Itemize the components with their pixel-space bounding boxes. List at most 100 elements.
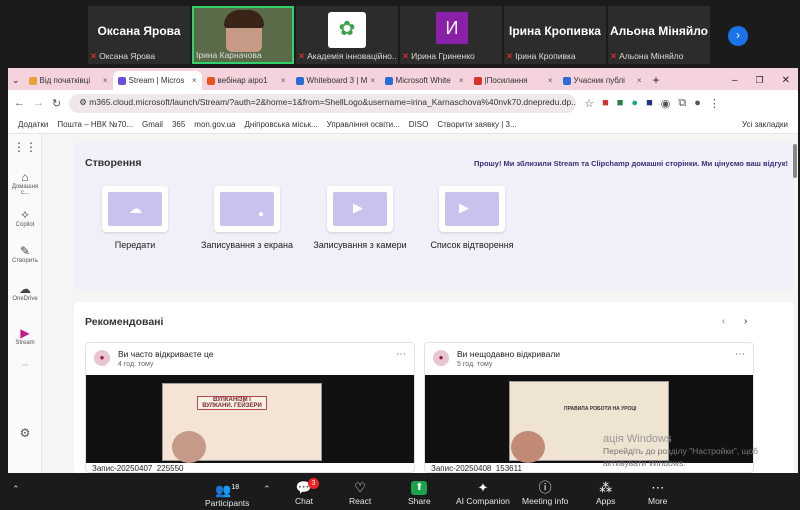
- camera-record-card[interactable]: ▶: [327, 186, 393, 232]
- react-button[interactable]: ♡ React: [349, 480, 371, 506]
- recording-card[interactable]: ● Ви часто відкриваєте це 4 год. тому ⋯ …: [85, 342, 415, 473]
- close-tab-icon[interactable]: ×: [192, 76, 197, 85]
- close-tab-icon[interactable]: ×: [281, 76, 286, 85]
- scrollbar[interactable]: [793, 144, 797, 178]
- meeting-info-button[interactable]: ⓘ Meeting info: [522, 480, 568, 506]
- close-window-icon[interactable]: ✕: [782, 75, 790, 86]
- participants-button[interactable]: 👥18 Participants: [205, 480, 249, 508]
- rail-item[interactable]: ⋮⋮: [8, 140, 42, 154]
- participant-tile[interactable]: Ірина Кропивка ✕ Ірина Кропивка: [504, 6, 606, 64]
- more-button[interactable]: ⋯ More: [648, 480, 667, 506]
- all-bookmarks-link[interactable]: Усі закладки: [742, 120, 788, 129]
- chat-button[interactable]: 💬 3 Chat: [295, 478, 319, 506]
- more-options-icon[interactable]: ⋯: [735, 349, 745, 360]
- ai-companion-button[interactable]: ✦ AI Companion: [456, 480, 510, 506]
- avatar: ●: [433, 350, 449, 366]
- tab-label: |Посилання: [484, 76, 528, 85]
- participant-caption: ✕ Оксана Ярова: [90, 51, 156, 61]
- close-tab-icon[interactable]: ×: [459, 76, 464, 85]
- rail-item[interactable]: ⌂ Домашня с...: [8, 170, 42, 196]
- prev-icon[interactable]: ‹: [722, 316, 725, 327]
- url-bar[interactable]: ⚙ m365.cloud.microsoft/launch/Stream/?au…: [69, 93, 577, 113]
- new-tab-icon[interactable]: +: [653, 73, 660, 87]
- browser-tab[interactable]: Від початківці ×: [24, 71, 113, 90]
- bookmark-item[interactable]: Gmail: [142, 120, 163, 129]
- playlist-card[interactable]: ▶: [439, 186, 505, 232]
- browser-tab[interactable]: Microsoft White ×: [380, 71, 469, 90]
- screen-record-card[interactable]: ●: [214, 186, 280, 232]
- card-time: 4 год. тому: [118, 361, 154, 368]
- bookmark-item[interactable]: Додатки: [18, 120, 48, 129]
- mic-muted-icon: ✕: [402, 51, 410, 61]
- bookmark-item[interactable]: Створити заявку | 3...: [437, 120, 516, 129]
- browser-tab[interactable]: Stream | Micros ×: [112, 71, 202, 90]
- close-tab-icon[interactable]: ×: [637, 76, 642, 85]
- extension-icon[interactable]: ◉: [661, 97, 671, 110]
- close-tab-icon[interactable]: ×: [103, 76, 108, 85]
- browser-tab[interactable]: Whiteboard 3 | M ×: [291, 71, 380, 90]
- next-participants-button[interactable]: ›: [728, 26, 748, 46]
- caret-up-icon[interactable]: ⌃: [263, 484, 271, 495]
- bookmark-item[interactable]: Дніпровська міськ...: [245, 120, 318, 129]
- extension-icon[interactable]: ■: [646, 97, 653, 109]
- close-tab-icon[interactable]: ×: [548, 76, 553, 85]
- participant-tile-video[interactable]: Ірина Карначова: [192, 6, 294, 64]
- bookmark-item[interactable]: mon.gov.ua: [194, 120, 235, 129]
- participant-tile[interactable]: Альона Міняйло ✕ Альона Міняйло: [608, 6, 710, 64]
- next-icon[interactable]: ›: [744, 316, 747, 327]
- close-tab-icon[interactable]: ×: [370, 76, 375, 85]
- address-row: ← → ↻ ⚙ m365.cloud.microsoft/launch/Stre…: [8, 90, 798, 116]
- restore-icon[interactable]: ❐: [756, 75, 764, 86]
- upload-icon: ☁: [129, 201, 142, 216]
- settings-icon[interactable]: ⚙: [8, 426, 42, 440]
- video-thumbnail[interactable]: ВУЛКАНІЗМ І ВУЛКАНИ. ГЕЙЗЕРИ: [86, 375, 414, 463]
- participant-caption: ✕ Ірина Кропивка: [506, 51, 576, 61]
- participant-tile[interactable]: И ✕ Ирина Гриненко: [400, 6, 502, 64]
- browser-tab[interactable]: |Посилання ×: [469, 71, 558, 90]
- participant-name: Оксана Ярова: [97, 24, 181, 38]
- more-options-icon[interactable]: ⋯: [396, 349, 406, 360]
- participants-strip: Оксана Ярова ✕ Оксана Ярова Ірина Карначо…: [88, 6, 720, 64]
- upload-card[interactable]: ☁: [102, 186, 168, 232]
- rail-item[interactable]: ✧ Copilot: [8, 208, 42, 228]
- heart-icon: ♡: [354, 480, 366, 495]
- apps-button[interactable]: ⁂ Apps: [596, 480, 615, 506]
- bookmark-star-icon[interactable]: ☆: [584, 97, 594, 110]
- bookmark-item[interactable]: DISO: [409, 120, 429, 129]
- tab-label: Microsoft White: [395, 76, 451, 85]
- share-button[interactable]: ⬆ Share: [408, 480, 431, 506]
- browser-tab[interactable]: вебінар аіро1 ×: [202, 71, 291, 90]
- home-icon: ⌂: [21, 170, 29, 184]
- participant-caption: ✕ Ирина Гриненко: [402, 51, 475, 61]
- card-heading: Ви часто відкриваєте це: [118, 349, 214, 359]
- rail-item[interactable]: ☁ OneDrive: [8, 282, 42, 302]
- more-apps-icon[interactable]: ⋯: [8, 362, 42, 369]
- browser-tab[interactable]: Учасник публі ×: [558, 71, 647, 90]
- rail-item[interactable]: ▶ Stream: [8, 326, 42, 346]
- reload-icon[interactable]: ↻: [52, 97, 61, 110]
- tab-label: вебінар аіро1: [217, 76, 268, 85]
- rail-item[interactable]: ✎ Створить: [8, 244, 42, 264]
- bookmark-item[interactable]: Управління освіти...: [327, 120, 400, 129]
- minimize-icon[interactable]: –: [732, 75, 738, 86]
- apps-icon: ⋮⋮: [13, 140, 37, 154]
- windows-activation-watermark: ація Windows Перейдіть до розділу "Настр…: [603, 433, 759, 468]
- section-title: Створення: [85, 157, 142, 169]
- tab-list-icon[interactable]: ⌄: [12, 75, 20, 86]
- extension-icon[interactable]: ●: [631, 97, 638, 109]
- forward-icon[interactable]: →: [33, 97, 44, 109]
- extension-icon[interactable]: ■: [617, 97, 624, 109]
- bookmark-item[interactable]: Пошта – НВК №70...: [57, 120, 133, 129]
- profile-avatar[interactable]: ●: [694, 97, 701, 109]
- menu-kebab-icon[interactable]: ⋮: [709, 97, 720, 110]
- academy-logo-icon: ✿: [328, 12, 366, 48]
- chevron-right-icon: ›: [736, 28, 740, 42]
- extension-icon[interactable]: ■: [602, 97, 609, 109]
- participant-tile-logo[interactable]: ✿ ✕ Академія інноваційно...: [296, 6, 398, 64]
- caret-up-icon[interactable]: ⌃: [12, 484, 20, 495]
- bookmark-item[interactable]: 365: [172, 120, 185, 129]
- back-icon[interactable]: ←: [14, 97, 25, 109]
- participant-tile[interactable]: Оксана Ярова ✕ Оксана Ярова: [88, 6, 190, 64]
- favicon-icon: [295, 76, 304, 85]
- extensions-puzzle-icon[interactable]: ⧉: [678, 97, 686, 110]
